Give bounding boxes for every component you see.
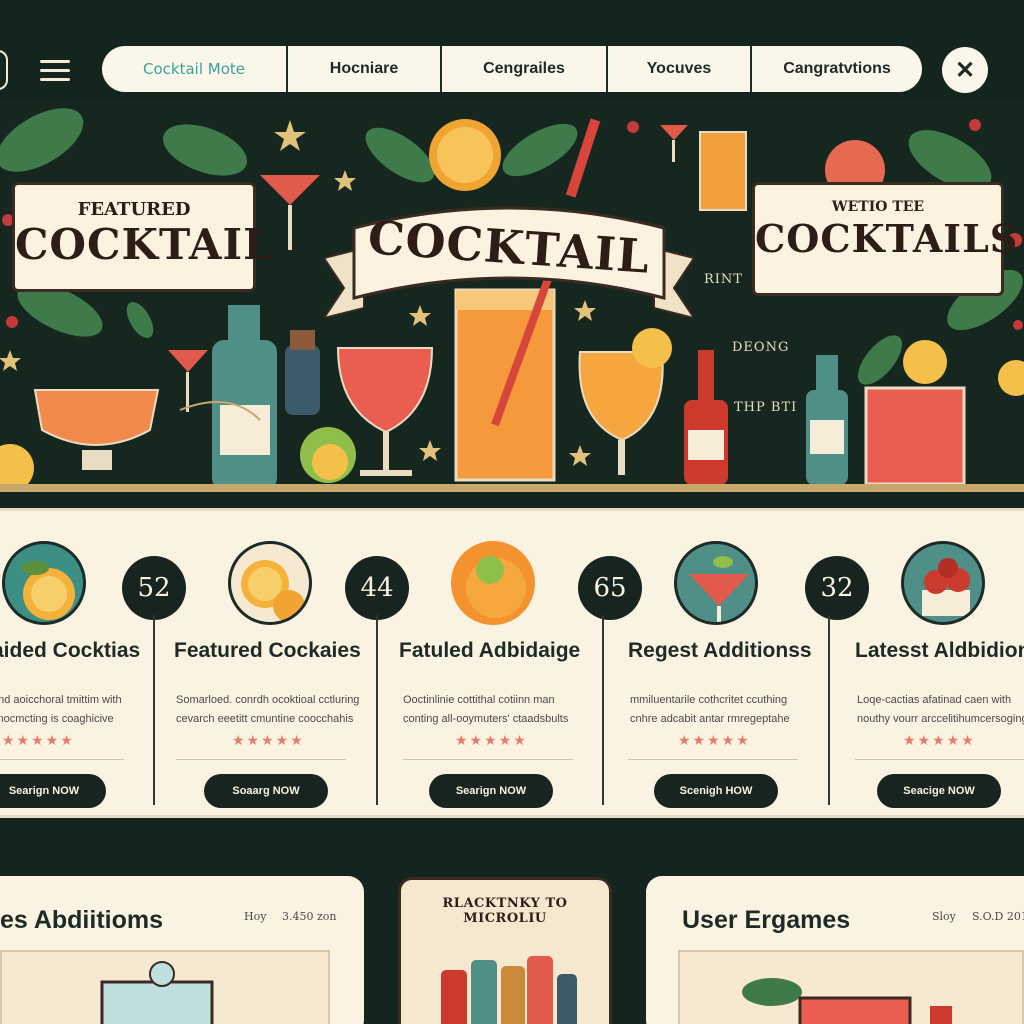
feature-desc-line: and aoicchoral tmittim with bbox=[0, 694, 122, 706]
column-divider bbox=[602, 615, 604, 805]
feature-card: 65 Regest Additionss mmiluentarile cothc… bbox=[578, 511, 818, 811]
feature-title: Latesst Aldbidion bbox=[855, 639, 1024, 662]
tab-cangratvtions[interactable]: Cangratvtions bbox=[752, 46, 922, 92]
column-divider bbox=[828, 615, 830, 805]
latest-additions-card[interactable]: es Abdiitioms Hoy 3.450 zon bbox=[0, 876, 364, 1024]
feature-desc-line: cnocmcting is coaghicive bbox=[0, 713, 114, 725]
rating-stars: ★★★★★ bbox=[678, 732, 751, 748]
feature-rule bbox=[0, 759, 124, 760]
side-text-thp-bti: THP BTI bbox=[734, 400, 798, 415]
search-now-button[interactable]: Scenigh HOW bbox=[654, 774, 778, 808]
search-now-button[interactable]: Seacige NOW bbox=[877, 774, 1001, 808]
hero-divider bbox=[0, 484, 1024, 492]
drink-image bbox=[678, 950, 1024, 1024]
hero-banner: FEATURED COCKTAIL COCKTAIL WETIO TEE COC… bbox=[0, 100, 1024, 492]
cocktails-sign: WETIO TEE COCKTAILS bbox=[752, 182, 1019, 296]
feature-description: mmiluentarile cothcritet ccuthing cnhre … bbox=[630, 691, 810, 729]
feature-desc-line: cnhre adcabit antar rmregeptahe bbox=[630, 713, 790, 725]
card-meta-value: S.O.D 201u bbox=[972, 910, 1024, 923]
side-text-rint: RINT bbox=[704, 272, 743, 287]
bottles-illustration bbox=[441, 956, 577, 1024]
poster-title: RLACKTNKY TO MICROLIU bbox=[442, 896, 568, 926]
featured-cocktail-sign: FEATURED COCKTAIL bbox=[12, 182, 274, 292]
rating-stars: ★★★★★ bbox=[2, 732, 75, 748]
card-title: es Abdiitioms bbox=[0, 906, 163, 934]
user-engames-card[interactable]: User Ergames Sloy S.O.D 201u bbox=[646, 876, 1024, 1024]
feature-description: and aoicchoral tmittim with cnocmcting i… bbox=[0, 691, 140, 729]
lemon-icon bbox=[2, 541, 86, 625]
feature-title: aided Cocktias bbox=[0, 639, 141, 662]
wetio-tee-label: WETIO TEE bbox=[831, 199, 925, 215]
card-title: User Ergames bbox=[682, 906, 851, 934]
column-divider bbox=[153, 615, 155, 805]
top-navigation-bar: Cocktail Mote Hocniare Cengrailes Yocuve… bbox=[0, 0, 1024, 100]
card-meta-value: 3.450 zon bbox=[282, 910, 337, 923]
feature-desc-line: Loqe-cactias afatinad caen with bbox=[857, 694, 1012, 706]
feature-desc-line: conting all-ooymuters' ctaadsbults bbox=[403, 713, 569, 725]
menu-icon[interactable] bbox=[40, 60, 70, 82]
featured-label: FEATURED bbox=[77, 199, 191, 220]
feature-desc-line: nouthy vourr arccelitihumcersoging bbox=[857, 713, 1024, 725]
cocktail-label: COCKTAIL bbox=[15, 220, 274, 269]
feature-desc-line: mmiluentarile cothcritet ccuthing bbox=[630, 694, 788, 706]
tab-hocniare[interactable]: Hocniare bbox=[288, 46, 442, 92]
search-now-button[interactable]: Soaarg NOW bbox=[204, 774, 328, 808]
feature-card: 52 aided Cocktias and aoicchoral tmittim… bbox=[0, 511, 186, 811]
card-meta-label: Sloy bbox=[932, 910, 956, 923]
card-meta-label: Hoy bbox=[244, 910, 267, 923]
nav-tabs: Cocktail Mote Hocniare Cengrailes Yocuve… bbox=[102, 46, 922, 92]
feature-description: Loqe-cactias afatinad caen with nouthy v… bbox=[857, 691, 1024, 729]
tab-cocktail-mote[interactable]: Cocktail Mote bbox=[102, 46, 288, 92]
cocktails-label: COCKTAILS bbox=[755, 216, 1019, 261]
column-divider bbox=[376, 615, 378, 805]
feature-title: Fatuled Adbidaige bbox=[399, 639, 581, 662]
tab-cengrailes[interactable]: Cengrailes bbox=[442, 46, 608, 92]
close-button[interactable]: ✕ bbox=[942, 47, 988, 93]
rating-stars: ★★★★★ bbox=[455, 732, 528, 748]
bar-poster: RLACKTNKY TO MICROLIU bbox=[398, 877, 612, 1024]
drink-image bbox=[0, 950, 330, 1024]
rating-stars: ★★★★★ bbox=[903, 732, 976, 748]
feature-description: Ooctinlinie cottithal cotiinn man contin… bbox=[403, 691, 583, 729]
feature-rule bbox=[176, 759, 346, 760]
feature-rule bbox=[628, 759, 798, 760]
feature-number: 32 bbox=[805, 556, 869, 620]
citrus-icon bbox=[228, 541, 312, 625]
side-text-deong: DEONG bbox=[732, 340, 790, 355]
feature-title: Regest Additionss bbox=[628, 639, 812, 662]
feature-card: 44 Fatuled Adbidaige Ooctinlinie cottith… bbox=[345, 511, 585, 811]
orange-icon bbox=[451, 541, 535, 625]
martini-icon bbox=[674, 541, 758, 625]
back-edge-button[interactable] bbox=[0, 50, 8, 90]
rating-stars: ★★★★★ bbox=[232, 732, 305, 748]
berries-icon bbox=[901, 541, 985, 625]
feature-number: 44 bbox=[345, 556, 409, 620]
tab-yocuves[interactable]: Yocuves bbox=[608, 46, 752, 92]
search-now-button[interactable]: Searign NOW bbox=[429, 774, 553, 808]
feature-number: 65 bbox=[578, 556, 642, 620]
feature-desc-line: Ooctinlinie cottithal cotiinn man bbox=[403, 694, 555, 706]
feature-card: 32 Latesst Aldbidion Loqe-cactias afatin… bbox=[805, 511, 1024, 811]
feature-rule bbox=[403, 759, 573, 760]
feature-rule bbox=[855, 759, 1024, 760]
search-now-button[interactable]: Searign NOW bbox=[0, 774, 106, 808]
feature-title: Featured Cockaies bbox=[174, 639, 361, 662]
